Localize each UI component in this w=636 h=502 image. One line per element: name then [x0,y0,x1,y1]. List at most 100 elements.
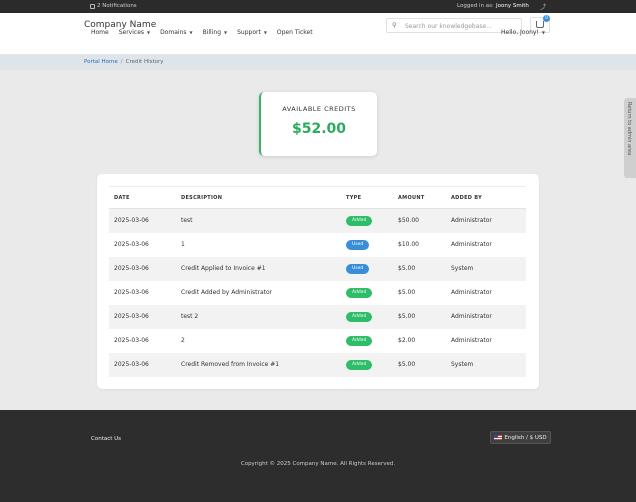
cell-type: Added [341,281,393,305]
type-badge: Used [346,239,370,250]
cell-description: test 2 [176,304,341,329]
cell-date: 2025-03-06 [114,289,149,296]
nav-item-label: Services [118,29,145,36]
column-header-date[interactable]: DATE [109,186,176,209]
nav-item-label: Billing [202,29,222,36]
caret-down-icon: ▼ [224,30,228,35]
cell-amount: $50.00 [393,208,446,233]
logged-in-label: Logged in as: [457,3,494,9]
caret-down-icon: ▼ [189,30,193,35]
cell-description: test [176,208,341,233]
caret-down-icon: ▼ [541,30,545,35]
cell-description: 2 [181,337,185,344]
breadcrumb: Portal Home / Credit History [84,59,164,65]
cell-date: 2025-03-06 [114,241,149,248]
main-nav: Home Services ▼ Domains ▼ Billing ▼ Support… [91,29,323,36]
cell-date: 2025-03-06 [109,256,176,281]
cell-added-by: System [446,352,526,377]
cell-description: Credit Added by Administrator [181,289,273,296]
search-icon[interactable]: ⚲ [392,21,397,29]
type-badge: Added [346,359,373,370]
logout-icon[interactable]: ⤴ [540,2,546,11]
type-badge: Added [346,215,373,226]
copyright-text: Copyright © 2025 Company Name. All Right… [240,461,396,467]
available-credits-amount: $52.00 [291,121,347,137]
contact-us-link[interactable]: Contact Us [91,436,121,442]
nav-item-home[interactable]: Home [91,29,109,36]
language-label: English / $ USD [504,434,547,441]
credit-history-table: DATE DESCRIPTION TYPE AMOUNT ADDED BY 20… [109,186,526,377]
cell-type: Added [341,304,393,329]
nav-item-label: Domains [160,29,187,36]
account-menu[interactable]: Hello, Joony! ▼ [501,29,545,36]
cell-added-by: Administrator [451,241,492,248]
notifications-link[interactable]: 2 Notifications [90,3,137,9]
cell-type: Used [341,233,393,257]
table-row: 2025-03-06 test 2 Added $5.00 Administrator [109,304,526,329]
return-to-admin-label: Return to admin area [626,102,632,156]
cart-icon [536,21,544,28]
column-header-amount[interactable]: AMOUNT [393,186,446,209]
cell-date: 2025-03-06 [114,337,149,344]
cell-amount: $5.00 [393,304,446,329]
footer: Contact Us English / $ USD Copyright © 2… [0,410,636,502]
nav-item-label: Support [237,29,261,36]
nav-item-label: Home [91,29,109,36]
cell-type: Added [341,329,393,353]
breadcrumb-separator: / [120,59,123,65]
cell-date: 2025-03-06 [109,208,176,233]
cell-date: 2025-03-06 [109,304,176,329]
breadcrumb-bar: Portal Home / Credit History [0,55,636,70]
breadcrumb-home-link[interactable]: Portal Home [84,59,118,65]
credit-history-card: DATE DESCRIPTION TYPE AMOUNT ADDED BY 20… [97,174,539,389]
cell-amount: $10.00 [398,241,419,248]
table-row: 2025-03-06 test Added $50.00 Administrator [109,208,526,233]
cell-amount: $5.00 [398,289,416,296]
cell-description: Credit Removed from Invoice #1 [176,352,341,377]
cell-added-by: System [446,256,526,281]
table-row: 2025-03-06 2 Added $2.00 Administrator [109,329,526,353]
caret-down-icon: ▼ [147,30,151,35]
notifications-label: 2 Notifications [97,3,137,9]
cart-count-badge: 0 [543,15,550,22]
cell-amount: $5.00 [393,352,446,377]
breadcrumb-current: Credit History [125,59,164,65]
available-credits-card: AVAILABLE CREDITS $52.00 [259,92,377,156]
greeting-label: Hello, Joony! [501,29,539,36]
top-bar: 2 Notifications Logged in as: Joony Smit… [0,0,636,13]
table-row: 2025-03-06 Credit Removed from Invoice #1… [109,352,526,377]
cell-description: 1 [181,241,185,248]
column-header-description[interactable]: DESCRIPTION [176,186,341,209]
search-input[interactable] [405,21,515,31]
type-badge: Added [346,287,373,298]
cell-type: Added [341,352,393,377]
available-credits-label: AVAILABLE CREDITS [282,105,356,113]
cell-added-by: Administrator [451,289,492,296]
nav-item-label: Open Ticket [276,29,313,36]
language-currency-button[interactable]: English / $ USD [490,431,551,444]
nav-item-services[interactable]: Services ▼ [119,29,150,36]
us-flag-icon [494,435,503,440]
nav-item-open-ticket[interactable]: Open Ticket [277,29,313,36]
table-row: 2025-03-06 Credit Added by Administrator A… [109,281,526,305]
table-row: 2025-03-06 1 Used $10.00 Administrator [109,233,526,257]
column-header-type[interactable]: TYPE [341,186,393,209]
cell-type: Used [341,256,393,281]
type-badge: Used [346,263,370,274]
nav-item-support[interactable]: Support ▼ [237,29,267,36]
logged-in-user-link[interactable]: Joony Smith [496,3,529,9]
cell-description: Credit Applied to Invoice #1 [176,256,341,281]
cell-date: 2025-03-06 [109,352,176,377]
nav-item-billing[interactable]: Billing ▼ [203,29,227,36]
return-to-admin-tab[interactable]: Return to admin area [624,98,636,178]
nav-item-domains[interactable]: Domains ▼ [160,29,193,36]
caret-down-icon: ▼ [263,30,267,35]
type-badge: Added [346,311,373,322]
column-header-added-by[interactable]: ADDED BY [446,186,526,209]
cell-added-by: Administrator [451,337,492,344]
table-row: 2025-03-06 Credit Applied to Invoice #1 Us… [109,256,526,281]
cell-type: Added [341,208,393,233]
table-header-row: DATE DESCRIPTION TYPE AMOUNT ADDED BY [109,186,526,209]
flag-icon [90,3,95,9]
cell-amount: $2.00 [398,337,416,344]
